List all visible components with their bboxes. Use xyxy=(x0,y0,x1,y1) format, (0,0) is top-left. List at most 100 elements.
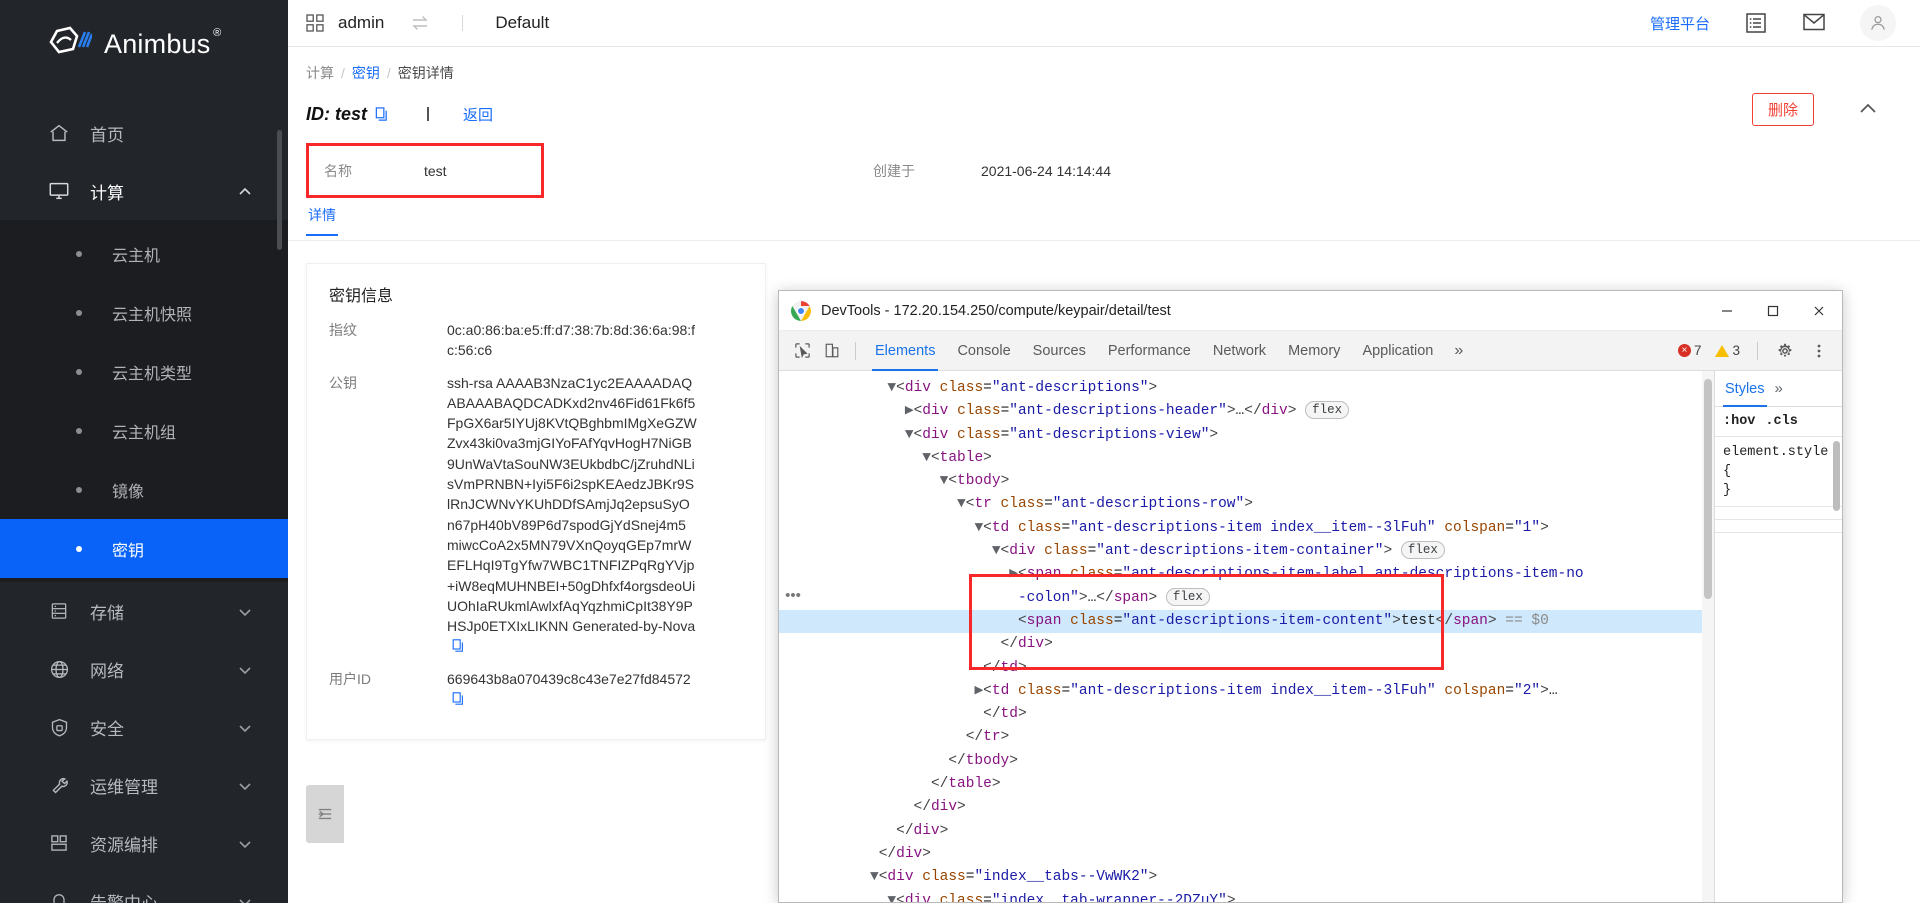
more-panes-icon[interactable]: » xyxy=(1775,380,1783,397)
globe-icon xyxy=(46,656,72,682)
tab-elements[interactable]: Elements xyxy=(864,331,946,371)
sidebar-item-network[interactable]: 网络 xyxy=(0,640,288,698)
error-badge[interactable]: × 7 xyxy=(1673,343,1707,358)
sidebar-subitem-snapshot[interactable]: 云主机快照 xyxy=(0,283,288,342)
grid-icon[interactable] xyxy=(306,14,324,32)
sidebar-item-home[interactable]: 首页 xyxy=(0,104,288,162)
sidebar-subitem-label: 云主机类型 xyxy=(112,360,192,384)
sidebar-subitem-instance[interactable]: 云主机 xyxy=(0,224,288,283)
chevron-up-icon xyxy=(238,184,252,198)
swap-icon[interactable] xyxy=(410,14,430,32)
drawer-toggle-handle[interactable] xyxy=(306,785,344,843)
dom-node-line[interactable]: ▼<div class="ant-descriptions"> xyxy=(779,377,1714,400)
dom-node-line[interactable]: <span class="ant-descriptions-item-conte… xyxy=(779,610,1714,633)
tab-performance[interactable]: Performance xyxy=(1097,331,1202,371)
brand-logo[interactable]: Animbus® xyxy=(0,0,288,88)
dom-node-line[interactable]: </div> xyxy=(779,820,1714,843)
dom-node-line[interactable]: ▼<tr class="ant-descriptions-row"> xyxy=(779,493,1714,516)
tab-network[interactable]: Network xyxy=(1202,331,1277,371)
dom-node-line[interactable]: ▼<div class="ant-descriptions-view"> xyxy=(779,424,1714,447)
sidebar-item-compute[interactable]: 计算 xyxy=(0,162,288,220)
tab-detail[interactable]: 详情 xyxy=(306,205,338,236)
dom-node-line[interactable]: </table> xyxy=(779,773,1714,796)
styles-scrollbar[interactable] xyxy=(1833,441,1840,511)
dom-ellipsis-marker[interactable]: ••• xyxy=(783,589,803,607)
styles-filters: :hov .cls xyxy=(1715,407,1842,437)
sidebar: Animbus® 首页 计算 xyxy=(0,0,288,903)
sidebar-item-alarm[interactable]: 告警中心 xyxy=(0,872,288,903)
dom-node-line[interactable]: </td> xyxy=(779,703,1714,726)
warning-badge[interactable]: 3 xyxy=(1710,343,1745,358)
sidebar-item-security[interactable]: 安全 xyxy=(0,698,288,756)
fingerprint-label: 指纹 xyxy=(329,320,447,361)
breadcrumb-parent[interactable]: 密钥 xyxy=(352,63,380,83)
dom-node-line[interactable]: </tr> xyxy=(779,726,1714,749)
back-link[interactable]: 返回 xyxy=(463,104,493,125)
dom-node-line[interactable]: </div> xyxy=(779,633,1714,656)
tab-application[interactable]: Application xyxy=(1351,331,1444,371)
dom-node-line[interactable]: </div> xyxy=(779,796,1714,819)
sidebar-item-storage[interactable]: 存储 xyxy=(0,582,288,640)
dom-tree-pane[interactable]: ▼<div class="ant-descriptions"> ▶<div cl… xyxy=(779,371,1714,903)
dom-node-line[interactable]: </td> xyxy=(779,657,1714,680)
sidebar-item-operations[interactable]: 运维管理 xyxy=(0,756,288,814)
sidebar-item-orchestration[interactable]: 资源编排 xyxy=(0,814,288,872)
sidebar-subitem-keypair[interactable]: 密钥 xyxy=(0,519,288,578)
style-rule[interactable]: </span><span class="sp-sel">.index__item… xyxy=(1715,520,1842,533)
sidebar-subitem-servergroup[interactable]: 云主机组 xyxy=(0,401,288,460)
breadcrumb-separator: / xyxy=(341,65,345,81)
device-toolbar-icon[interactable] xyxy=(817,338,847,364)
tab-console[interactable]: Console xyxy=(946,331,1021,371)
kebab-menu-icon[interactable] xyxy=(1804,338,1834,364)
maximize-icon[interactable] xyxy=(1750,291,1796,331)
dom-node-line[interactable]: ▼<div class="index__tabs--VwWK2"> xyxy=(779,866,1714,889)
sidebar-subitem-label: 云主机组 xyxy=(112,419,176,443)
dom-node-line[interactable]: </tbody> xyxy=(779,750,1714,773)
hov-filter[interactable]: :hov xyxy=(1723,414,1755,429)
tab-memory[interactable]: Memory xyxy=(1277,331,1351,371)
more-tabs-icon[interactable]: » xyxy=(1444,342,1473,360)
tasklist-icon[interactable] xyxy=(1744,12,1768,34)
dom-node-line[interactable]: ▼<td class="ant-descriptions-item index_… xyxy=(779,517,1714,540)
delete-button[interactable]: 删除 xyxy=(1752,93,1814,126)
sidebar-subitem-flavor[interactable]: 云主机类型 xyxy=(0,342,288,401)
devtools-titlebar[interactable]: DevTools - 172.20.154.250/compute/keypai… xyxy=(779,291,1842,331)
toolbar-divider xyxy=(1757,342,1758,360)
dom-node-line[interactable]: ▼<tbody> xyxy=(779,470,1714,493)
chevron-down-icon xyxy=(238,836,252,850)
devtools-window: DevTools - 172.20.154.250/compute/keypai… xyxy=(778,290,1843,903)
style-rule[interactable]: element.style {} xyxy=(1715,437,1842,507)
brand-name: Animbus® xyxy=(104,29,210,60)
chevron-up-icon[interactable] xyxy=(1856,97,1880,121)
admin-console-link[interactable]: 管理平台 xyxy=(1650,13,1710,34)
copy-icon[interactable] xyxy=(451,691,465,706)
home-icon xyxy=(46,120,72,146)
copy-icon[interactable] xyxy=(451,638,465,653)
sidebar-subitem-image[interactable]: 镜像 xyxy=(0,460,288,519)
tab-sources[interactable]: Sources xyxy=(1022,331,1097,371)
style-rule[interactable]: </span><span class="sp-sel">.ant-descrip… xyxy=(1715,507,1842,520)
dom-node-line[interactable]: ▼<table> xyxy=(779,447,1714,470)
dom-node-line[interactable]: ▼<div class="ant-descriptions-item-conta… xyxy=(779,540,1714,563)
minimize-icon[interactable] xyxy=(1704,291,1750,331)
dom-node-line[interactable]: </div> xyxy=(779,843,1714,866)
dom-node-line[interactable]: ▼<div class="index__tab-wrapper--2DZuY"> xyxy=(779,890,1714,903)
project-name: Default xyxy=(495,13,549,33)
dom-node-line[interactable]: ▶<div class="ant-descriptions-header">…<… xyxy=(779,400,1714,423)
dom-node-line[interactable]: ▶<td class="ant-descriptions-item index_… xyxy=(779,680,1714,703)
close-icon[interactable] xyxy=(1796,291,1842,331)
dom-node-line[interactable]: ▶<span class="ant-descriptions-item-labe… xyxy=(779,563,1714,586)
inspect-element-icon[interactable] xyxy=(787,338,817,364)
gear-icon[interactable] xyxy=(1770,338,1800,364)
mail-icon[interactable] xyxy=(1802,12,1826,34)
tab-styles[interactable]: Styles xyxy=(1725,371,1765,407)
monitor-icon xyxy=(46,178,72,204)
copy-icon[interactable] xyxy=(374,106,389,122)
detail-header: ID: test 返回 删除 xyxy=(288,83,1920,131)
dom-scrollbar[interactable] xyxy=(1704,379,1712,599)
breadcrumb-separator: / xyxy=(387,65,391,81)
sidebar-scrollbar[interactable] xyxy=(277,130,282,250)
dom-node-line[interactable]: -colon">…</span> flex xyxy=(779,587,1714,610)
avatar[interactable] xyxy=(1860,5,1896,41)
cls-filter[interactable]: .cls xyxy=(1765,414,1797,429)
